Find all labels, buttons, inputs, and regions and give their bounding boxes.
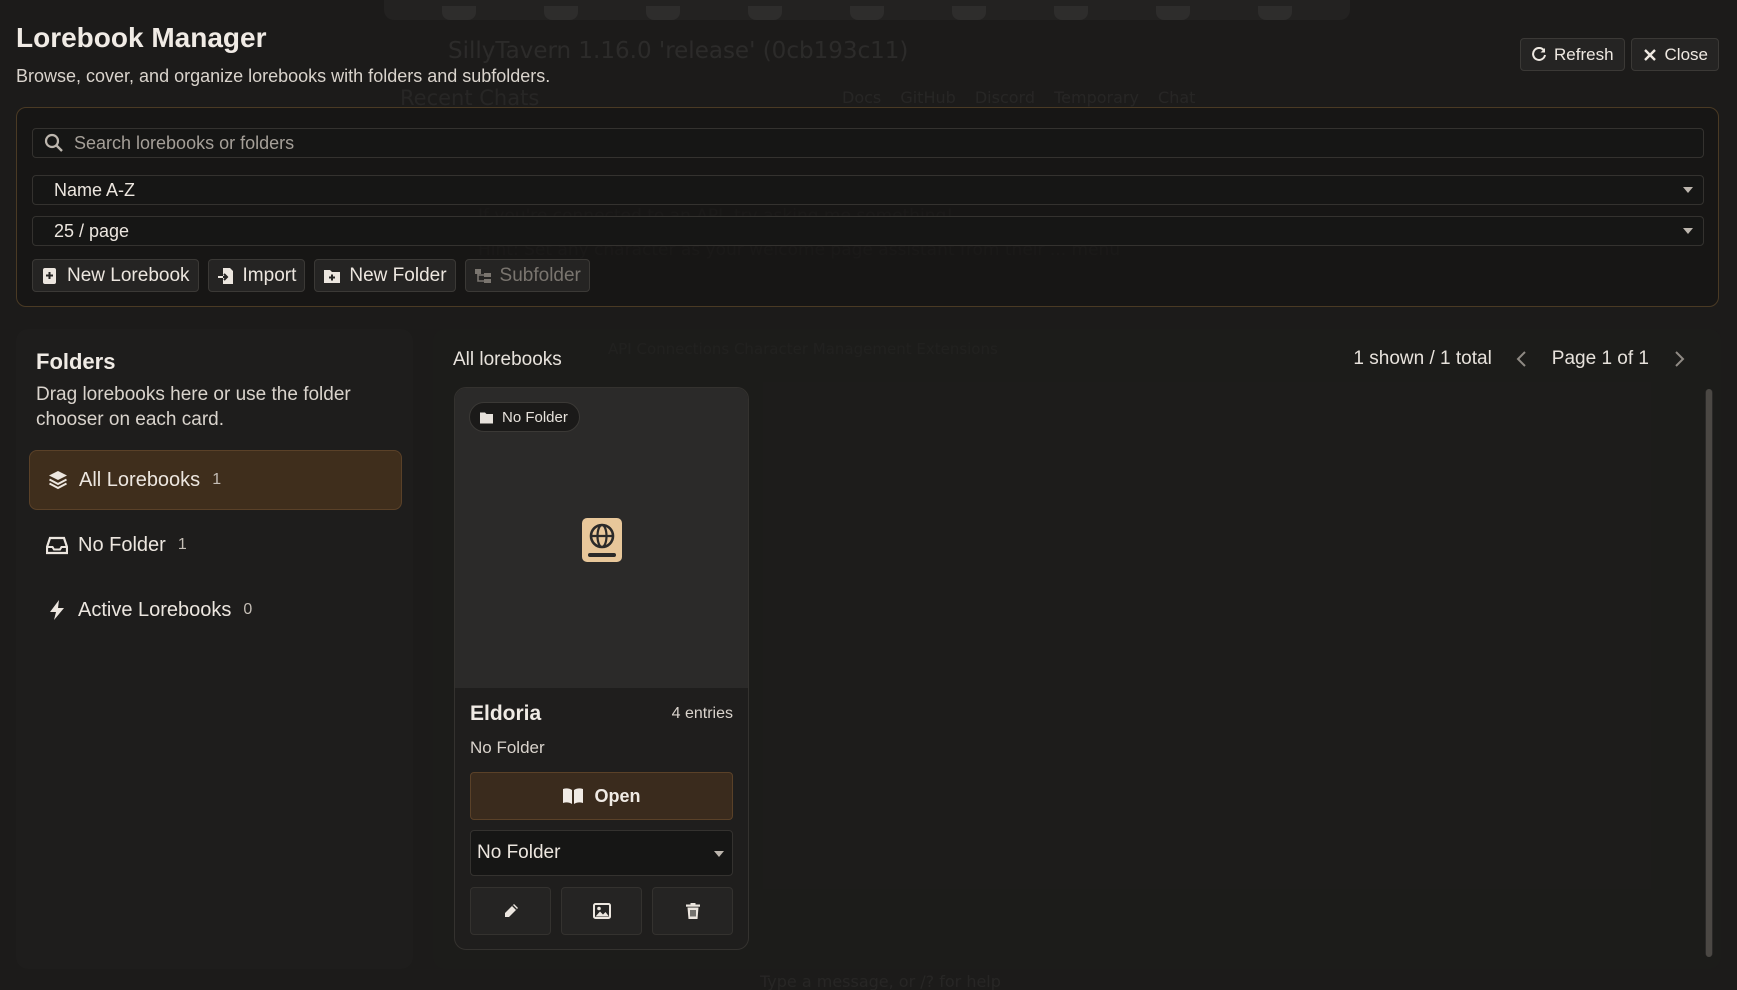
pencil-icon	[504, 904, 518, 917]
sort-select-value: Name A-Z	[54, 179, 136, 200]
caret-down-icon	[714, 851, 724, 857]
subfolder-label: Subfolder	[499, 264, 581, 286]
import-label: Import	[242, 264, 297, 286]
folder-item-label: No Folder	[78, 533, 166, 556]
caret-down-icon	[1683, 187, 1693, 193]
page-indicator: Page 1 of 1	[1551, 348, 1649, 369]
bolt-icon	[50, 600, 64, 620]
new-lorebook-button[interactable]: New Lorebook	[32, 259, 199, 292]
controls-panel: Name A-Z 25 / page New Lorebook Import N…	[16, 107, 1719, 307]
new-folder-button[interactable]: New Folder	[314, 259, 456, 292]
page-size-value: 25 / page	[54, 220, 130, 241]
lorebook-folder: No Folder	[470, 738, 545, 757]
close-label: Close	[1664, 44, 1708, 64]
delete-button[interactable]	[652, 887, 733, 935]
close-button[interactable]: Close	[1630, 38, 1719, 71]
scrollbar[interactable]	[1705, 389, 1713, 957]
folder-badge: No Folder	[469, 402, 580, 432]
page-description: Browse, cover, and organize lorebooks wi…	[16, 66, 551, 86]
previous-page-button[interactable]	[1510, 347, 1534, 371]
set-cover-button[interactable]	[561, 887, 642, 935]
folder-plus-icon	[324, 269, 341, 283]
image-icon	[592, 903, 611, 919]
folder-item-label: Active Lorebooks	[78, 598, 232, 621]
book-atlas-icon	[582, 518, 622, 562]
list-title: All lorebooks	[453, 349, 562, 370]
open-label: Open	[594, 785, 641, 806]
folders-help: Drag lorebooks here or use the folder ch…	[36, 384, 351, 430]
search-icon	[44, 133, 63, 152]
page-size-select[interactable]: 25 / page	[32, 216, 1704, 246]
page-title: Lorebook Manager	[16, 22, 267, 53]
scrollbar-thumb[interactable]	[1706, 389, 1712, 957]
folder-item-count: 1	[212, 471, 222, 488]
folder-icon	[480, 412, 493, 423]
card-cover[interactable]: No Folder	[455, 388, 748, 688]
layers-icon	[49, 471, 67, 490]
folder-item-active-lorebooks[interactable]: Active Lorebooks 0	[29, 580, 402, 640]
folder-item-count: 1	[177, 536, 187, 553]
caret-down-icon	[1683, 228, 1693, 234]
refresh-label: Refresh	[1554, 44, 1614, 64]
new-folder-label: New Folder	[349, 264, 447, 286]
inbox-icon	[46, 536, 68, 555]
edit-button[interactable]	[470, 887, 551, 935]
next-page-button[interactable]	[1667, 347, 1691, 371]
file-import-icon	[217, 267, 233, 284]
new-lorebook-label: New Lorebook	[67, 264, 190, 286]
sort-select[interactable]: Name A-Z	[32, 175, 1704, 205]
chevron-left-icon	[1516, 351, 1526, 367]
subfolder-button[interactable]: Subfolder	[464, 259, 590, 292]
lorebook-name: Eldoria	[470, 702, 542, 725]
search-input[interactable]	[74, 132, 1703, 154]
shown-total-count: 1 shown / 1 total	[1353, 348, 1492, 369]
folder-item-count: 0	[243, 601, 253, 618]
card-folder-select[interactable]: No Folder	[470, 830, 733, 876]
folders-sidebar: Folders Drag lorebooks here or use the f…	[16, 329, 413, 969]
refresh-button[interactable]: Refresh	[1520, 38, 1625, 71]
folder-badge-label: No Folder	[502, 408, 568, 426]
folder-item-all-lorebooks[interactable]: All Lorebooks 1	[29, 450, 402, 510]
chevron-right-icon	[1675, 351, 1685, 367]
toolbar: New Lorebook Import New Folder Subfolder	[32, 259, 590, 292]
pagination: 1 shown / 1 total Page 1 of 1	[1353, 347, 1691, 371]
card-actions	[470, 887, 733, 935]
trash-icon	[685, 903, 700, 919]
header-actions: Refresh Close	[1520, 38, 1719, 71]
close-icon	[1643, 48, 1656, 61]
book-open-icon	[563, 788, 584, 804]
folder-tree-icon	[474, 268, 491, 283]
folder-item-label: All Lorebooks	[79, 468, 201, 491]
folders-title: Folders	[36, 349, 116, 374]
folder-item-no-folder[interactable]: No Folder 1	[29, 515, 402, 575]
open-button[interactable]: Open	[470, 772, 733, 820]
entries-count: 4 entries	[671, 705, 733, 722]
background-links: Docs GitHub Discord Temporary Chat	[842, 88, 1196, 107]
search-box[interactable]	[32, 128, 1704, 158]
lorebook-list-panel: All lorebooks 1 shown / 1 total Page 1 o…	[433, 329, 1721, 969]
refresh-icon	[1532, 46, 1546, 61]
background-input-hint: Type a message, or /? for help	[760, 972, 1001, 990]
background-top-bar	[384, 0, 1350, 20]
book-plus-icon	[43, 267, 56, 284]
card-folder-select-value: No Folder	[477, 842, 561, 863]
lorebook-card[interactable]: No Folder Eldoria 4 entries No Folder Op…	[454, 387, 749, 950]
import-button[interactable]: Import	[207, 259, 306, 292]
background-app-title: SillyTavern 1.16.0 'release' (0cb193c11)	[448, 38, 909, 64]
